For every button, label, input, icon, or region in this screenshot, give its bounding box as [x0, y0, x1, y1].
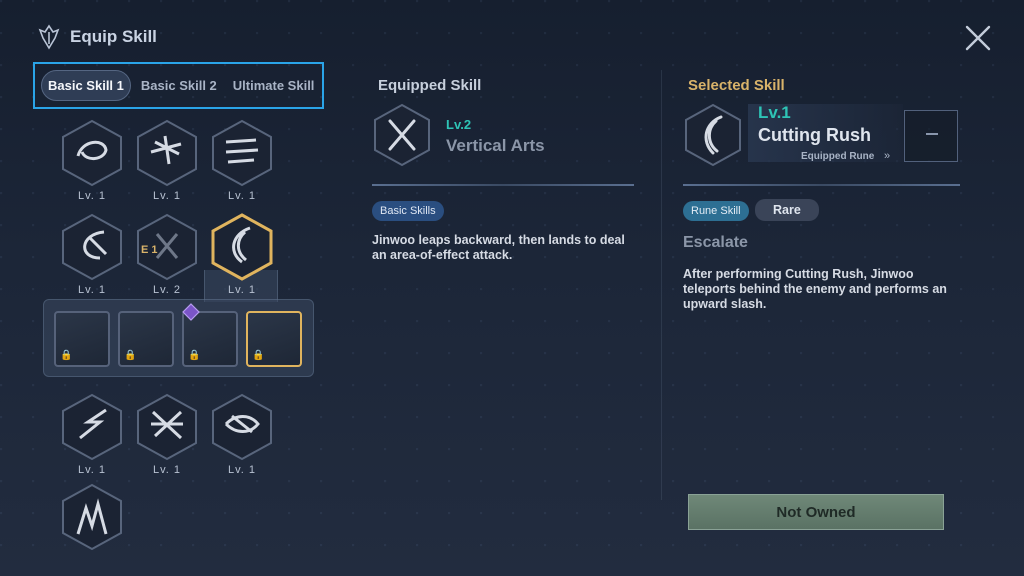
selected-skill-name: Cutting Rush	[758, 125, 871, 145]
lightning-slash-icon	[62, 393, 122, 461]
skill-level-label: Lv. 1	[152, 464, 182, 476]
lock-icon: 🔒	[124, 350, 137, 361]
not-owned-button[interactable]: Not Owned	[688, 494, 944, 530]
spiral-strike-icon	[62, 213, 122, 281]
lock-icon: 🔒	[188, 350, 201, 361]
rune-slot-4[interactable]: 🔒	[246, 311, 302, 367]
equipped-badge: E 1	[141, 244, 158, 256]
triple-claw-icon	[212, 119, 272, 187]
crescent-slash-icon	[211, 213, 273, 281]
skill-level-label: Lv. 1	[152, 190, 182, 202]
swirl-slash-icon	[62, 119, 122, 187]
purple-gem-icon	[182, 303, 200, 321]
vertical-arts-icon	[374, 103, 430, 167]
skill-slot[interactable]: Lv. 1	[60, 392, 124, 476]
skill-level-label: Lv. 1	[227, 464, 257, 476]
skill-tab-bar: Basic Skill 1 Basic Skill 2 Ultimate Ski…	[33, 62, 324, 109]
skill-level-label: Lv. 1	[77, 464, 107, 476]
divider-rule	[683, 184, 960, 186]
rune-panel: 🔒 🔒 🔒 🔒	[43, 299, 314, 377]
skill-level-label: Lv. 1	[77, 284, 107, 296]
chevron-right-icon: »	[884, 150, 891, 162]
skill-slot[interactable]: Lv. 1	[210, 212, 274, 296]
lock-icon: 🔒	[60, 350, 73, 361]
rune-description: After performing Cutting Rush, Jinwoo te…	[683, 267, 947, 311]
panel-divider	[661, 70, 662, 500]
skill-slot[interactable]	[60, 482, 124, 552]
equipped-skill-description: Jinwoo leaps backward, then lands to dea…	[372, 233, 625, 262]
equipped-rune-slot[interactable]	[904, 110, 958, 162]
skill-type-tag: Basic Skills	[372, 201, 444, 221]
empty-rune-value	[926, 133, 938, 135]
skill-level-label: Lv. 2	[152, 284, 182, 296]
equipped-rune-label: Equipped Rune	[801, 151, 875, 162]
tab-basic-skill-2[interactable]: Basic Skill 2	[135, 71, 223, 100]
skill-slot[interactable]: E 1 Lv. 2	[135, 212, 199, 296]
close-icon[interactable]	[962, 22, 994, 54]
eruption-icon	[62, 483, 122, 551]
whirlwind-icon	[212, 393, 272, 461]
window-title: Equip Skill	[36, 24, 157, 50]
skill-level-label: Lv. 1	[227, 284, 257, 296]
equipped-section-label: Equipped Skill	[378, 77, 482, 94]
lock-icon: 🔒	[252, 350, 265, 361]
equipped-skill-level: Lv.2	[446, 117, 472, 132]
skill-slot[interactable]: Lv. 1	[210, 118, 274, 202]
skill-slot[interactable]: Lv. 1	[60, 118, 124, 202]
skill-slot[interactable]: Lv. 1	[135, 118, 199, 202]
burst-dash-icon	[137, 119, 197, 187]
skill-slot[interactable]: Lv. 1	[60, 212, 124, 296]
rune-skill-tag: Rune Skill	[683, 201, 749, 221]
rune-slot-2[interactable]: 🔒	[118, 311, 174, 367]
tab-basic-skill-1[interactable]: Basic Skill 1	[41, 70, 131, 101]
divider-rule	[372, 184, 634, 186]
skill-level-label: Lv. 1	[77, 190, 107, 202]
skill-level-label: Lv. 1	[227, 190, 257, 202]
rune-slot-1[interactable]: 🔒	[54, 311, 110, 367]
skill-slot[interactable]: Lv. 1	[135, 392, 199, 476]
shield-emblem-icon	[38, 24, 60, 50]
star-slash-icon	[137, 393, 197, 461]
equipped-skill-name: Vertical Arts	[446, 136, 545, 155]
cutting-rush-icon	[685, 103, 741, 167]
selected-skill-level: Lv.1	[758, 103, 791, 122]
rune-name: Escalate	[683, 234, 748, 251]
selected-section-label: Selected Skill	[688, 77, 785, 94]
cross-slash-icon: E 1	[137, 213, 197, 281]
tab-ultimate-skill[interactable]: Ultimate Skill	[227, 71, 321, 100]
rarity-badge: Rare	[755, 199, 819, 221]
rune-slot-3[interactable]: 🔒	[182, 303, 238, 367]
page-title: Equip Skill	[70, 27, 157, 46]
skill-slot[interactable]: Lv. 1	[210, 392, 274, 476]
